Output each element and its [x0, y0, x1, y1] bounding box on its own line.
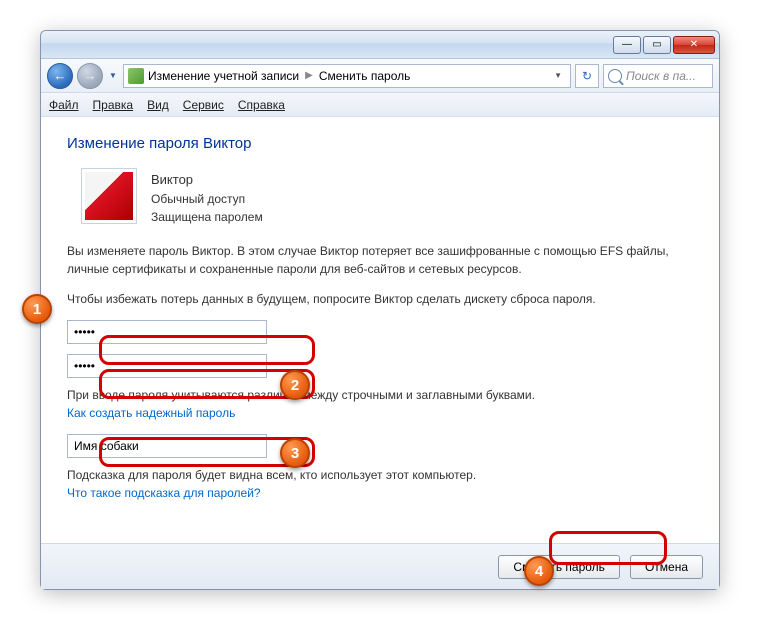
- menu-tools[interactable]: Сервис: [183, 98, 224, 112]
- password-hint-input[interactable]: [67, 434, 267, 458]
- warning-text-1: Вы изменяете пароль Виктор. В этом случа…: [67, 242, 693, 278]
- minimize-button[interactable]: —: [613, 36, 641, 54]
- forward-arrow-icon: →: [84, 68, 97, 83]
- menu-help[interactable]: Справка: [238, 98, 285, 112]
- address-bar[interactable]: Изменение учетной записи ▶ Сменить парол…: [123, 64, 571, 88]
- refresh-button[interactable]: ↻: [575, 64, 599, 88]
- maximize-icon: ▭: [652, 39, 661, 50]
- avatar: [81, 168, 137, 224]
- annotation-marker-2: 2: [280, 370, 310, 400]
- new-password-input[interactable]: [67, 320, 267, 344]
- cancel-button[interactable]: Отмена: [630, 555, 703, 579]
- nav-forward-button[interactable]: →: [77, 63, 103, 89]
- back-arrow-icon: ←: [54, 68, 67, 83]
- user-accounts-icon: [128, 68, 144, 84]
- explorer-window: — ▭ ✕ ← → ▼ Изменение учетной записи ▶ С…: [40, 30, 720, 590]
- breadcrumb-separator-icon: ▶: [303, 70, 315, 81]
- nav-back-button[interactable]: ←: [47, 63, 73, 89]
- confirm-password-input[interactable]: [67, 354, 267, 378]
- close-icon: ✕: [690, 39, 698, 50]
- maximize-button[interactable]: ▭: [643, 36, 671, 54]
- strong-password-link[interactable]: Как создать надежный пароль: [67, 406, 693, 420]
- address-dropdown-icon[interactable]: ▼: [550, 71, 566, 80]
- nav-history-dropdown[interactable]: ▼: [107, 63, 119, 89]
- nav-toolbar: ← → ▼ Изменение учетной записи ▶ Сменить…: [41, 59, 719, 93]
- menu-view[interactable]: Вид: [147, 98, 169, 112]
- protection-label: Защищена паролем: [151, 208, 263, 226]
- minimize-icon: —: [622, 39, 632, 50]
- hint-visibility-note: Подсказка для пароля будет видна всем, к…: [67, 468, 693, 482]
- avatar-image: [85, 172, 133, 220]
- footer-bar: Сменить пароль Отмена: [41, 543, 719, 589]
- content-area: Изменение пароля Виктор Виктор Обычный д…: [41, 117, 719, 524]
- password-hint-help-link[interactable]: Что такое подсказка для паролей?: [67, 486, 693, 500]
- menu-file[interactable]: Файл: [49, 98, 79, 112]
- access-level-label: Обычный доступ: [151, 190, 263, 208]
- refresh-icon: ↻: [582, 69, 592, 83]
- annotation-marker-1: 1: [22, 294, 52, 324]
- user-info-row: Виктор Обычный доступ Защищена паролем: [81, 168, 693, 226]
- page-title: Изменение пароля Виктор: [67, 135, 693, 152]
- close-button[interactable]: ✕: [673, 36, 715, 54]
- username-label: Виктор: [151, 170, 263, 190]
- change-password-button[interactable]: Сменить пароль: [498, 555, 620, 579]
- case-sensitive-note: При вводе пароля учитываются различия ме…: [67, 388, 693, 402]
- user-details: Виктор Обычный доступ Защищена паролем: [151, 168, 263, 226]
- annotation-marker-4: 4: [524, 556, 554, 586]
- warning-text-2: Чтобы избежать потерь данных в будущем, …: [67, 290, 693, 308]
- breadcrumb-item[interactable]: Изменение учетной записи: [148, 69, 299, 83]
- titlebar: — ▭ ✕: [41, 31, 719, 59]
- menu-bar: Файл Правка Вид Сервис Справка: [41, 93, 719, 117]
- breadcrumb-item[interactable]: Сменить пароль: [319, 69, 411, 83]
- search-icon: [608, 69, 622, 83]
- annotation-marker-3: 3: [280, 438, 310, 468]
- search-placeholder: Поиск в па...: [626, 69, 696, 83]
- menu-edit[interactable]: Правка: [93, 98, 134, 112]
- search-box[interactable]: Поиск в па...: [603, 64, 713, 88]
